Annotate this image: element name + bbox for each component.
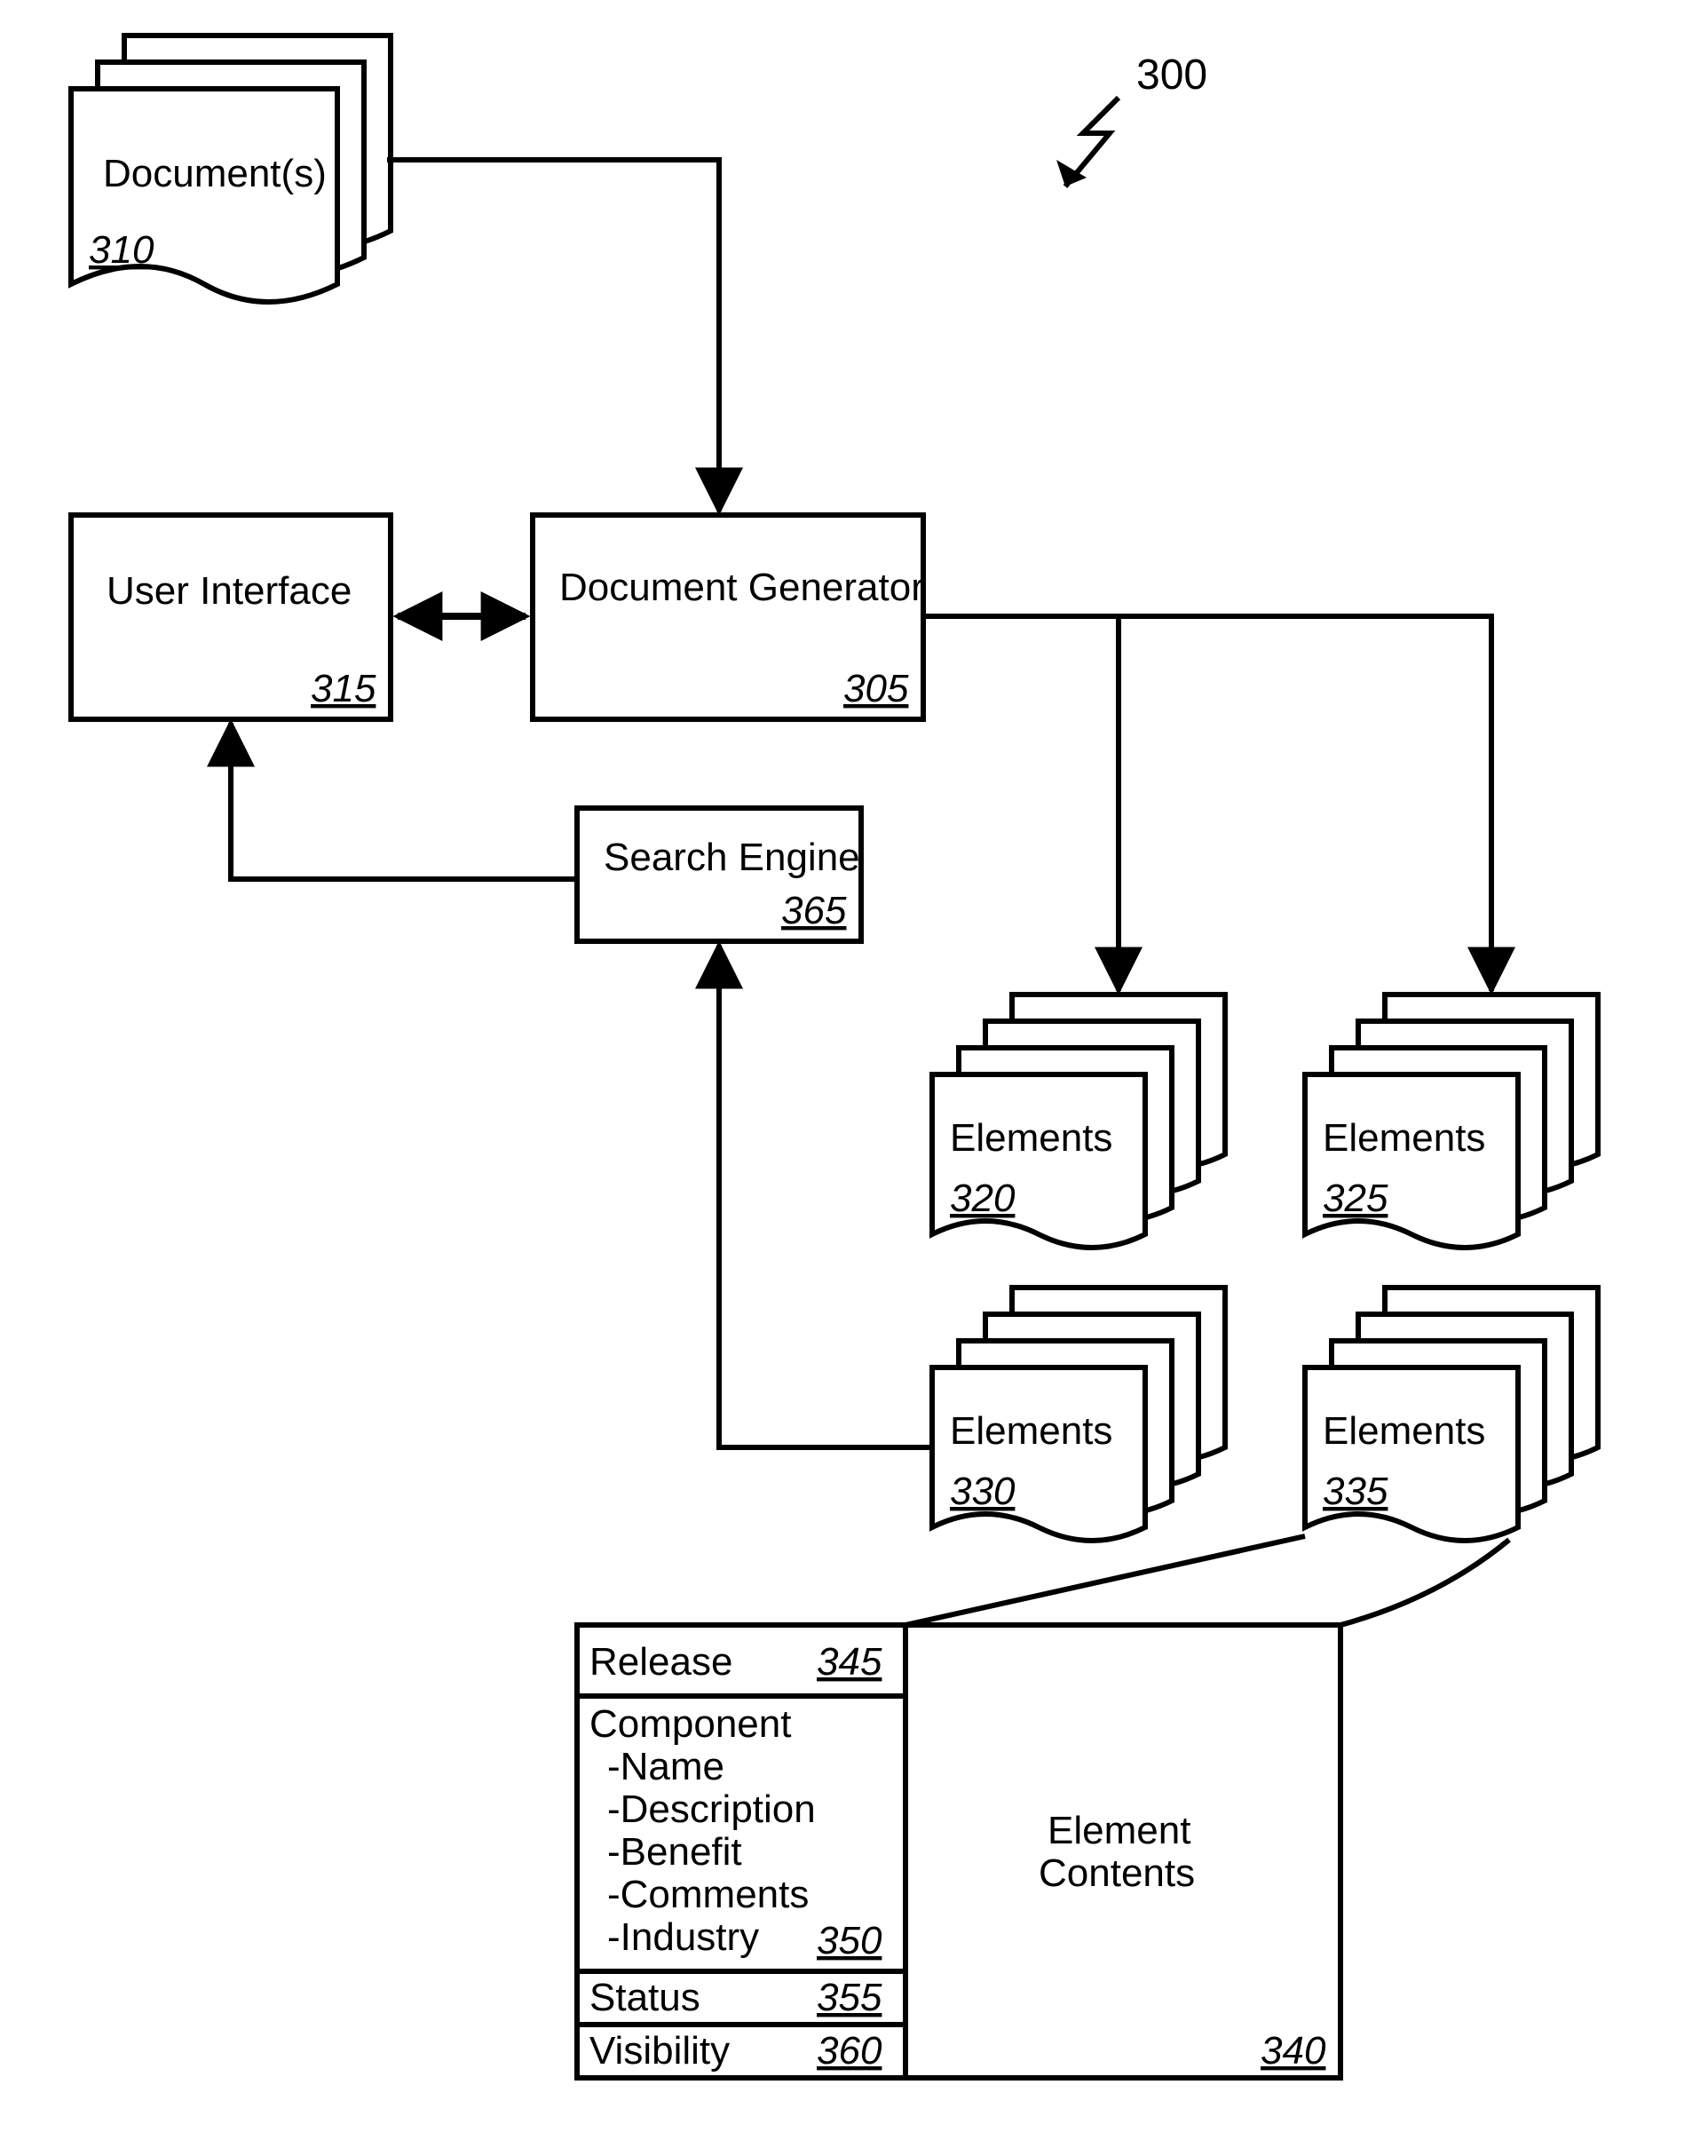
documents-label: Document(s) [103,152,327,195]
user-interface-block: User Interface 315 [71,515,391,719]
status-label: Status [589,1976,700,2019]
elements-325-label: Elements [1323,1116,1485,1160]
elements-335-ref: 335 [1323,1470,1388,1513]
diagram-canvas: 300 Document(s) 310 User Interface 315 D… [0,0,1708,2156]
element-contents-line1: Element [1048,1809,1190,1852]
element-contents-line2: Contents [1039,1851,1195,1895]
document-generator-ref: 305 [843,667,909,710]
arrow-330-to-search [719,945,932,1447]
elements-330-label: Elements [950,1409,1112,1453]
callout-right-line [1340,1540,1509,1625]
documents-block: Document(s) 310 [71,36,391,302]
document-generator-label: Document Generator [559,566,924,609]
elements-335-label: Elements [1323,1409,1485,1453]
release-label: Release [589,1640,732,1684]
figure-ref: 300 [1056,52,1207,186]
component-item-2: -Benefit [607,1830,742,1874]
component-item-4: -Industry [607,1915,759,1959]
arrow-docs-to-gen [387,160,719,511]
user-interface-ref: 315 [311,667,376,710]
component-ref: 350 [817,1919,882,1962]
search-engine-label: Search Engine [604,836,860,879]
elements-320-ref: 320 [950,1177,1016,1220]
visibility-ref: 360 [817,2029,882,2073]
documents-ref: 310 [89,228,154,272]
elements-block-325: Elements 325 [1305,995,1598,1248]
elements-330-ref: 330 [950,1470,1016,1513]
arrow-search-to-ui [231,723,577,879]
search-engine-block: Search Engine 365 [577,808,861,941]
element-contents-ref: 340 [1261,2029,1326,2073]
component-item-0: -Name [607,1745,724,1788]
status-ref: 355 [817,1976,882,2019]
elements-block-330: Elements 330 [932,1288,1225,1541]
elements-320-label: Elements [950,1116,1112,1160]
component-label: Component [589,1702,791,1746]
component-item-1: -Description [607,1787,816,1831]
user-interface-label: User Interface [107,569,352,613]
visibility-label: Visibility [589,2029,730,2073]
elements-block-335: Elements 335 [1305,1288,1598,1541]
search-engine-ref: 365 [781,889,847,932]
release-ref: 345 [817,1640,882,1684]
elements-325-ref: 325 [1323,1177,1388,1220]
figure-ref-label: 300 [1136,52,1207,99]
callout-left-line [905,1536,1305,1625]
component-item-3: -Comments [607,1873,809,1916]
elements-block-320: Elements 320 [932,995,1225,1248]
document-generator-block: Document Generator 305 [533,515,924,719]
arrow-gen-to-325 [1119,616,1491,991]
detail-table: Release 345 Component -Name -Description… [577,1625,1340,2078]
